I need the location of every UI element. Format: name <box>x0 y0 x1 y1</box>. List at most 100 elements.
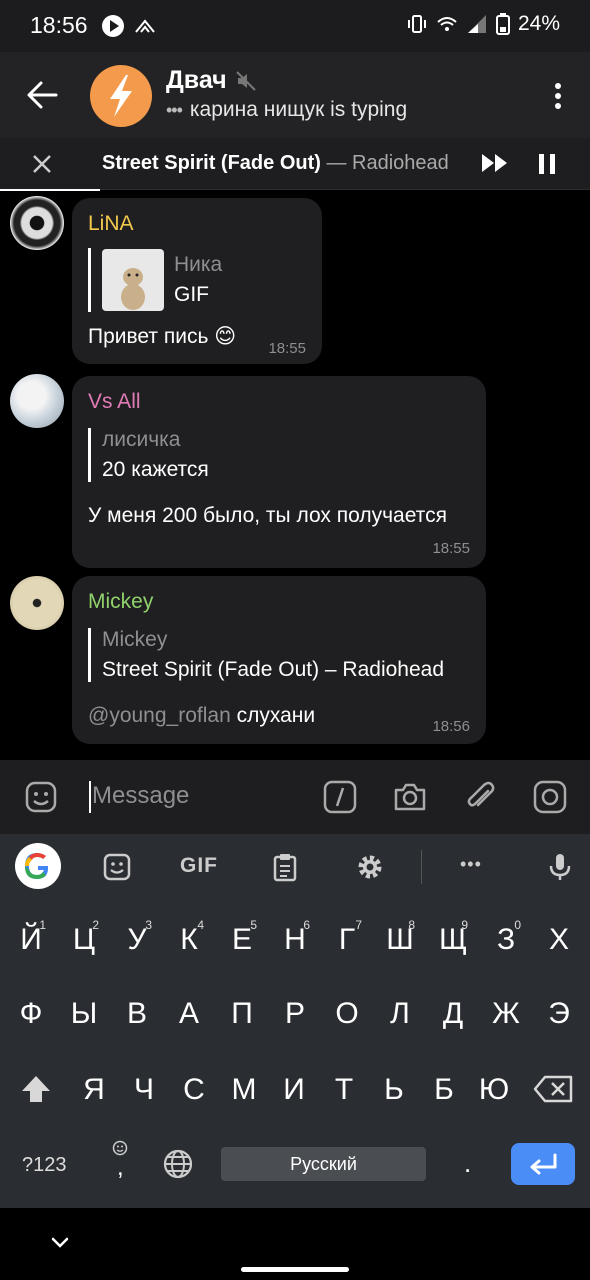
key[interactable]: Б <box>419 1060 469 1120</box>
key[interactable]: Ц2 <box>59 910 109 970</box>
key[interactable]: Ь <box>369 1060 419 1120</box>
lightning-icon <box>110 75 132 117</box>
fast-forward-icon[interactable] <box>480 152 510 174</box>
hide-keyboard-icon[interactable] <box>50 1236 70 1250</box>
typing-dots-icon: ••• <box>166 99 183 120</box>
camera-icon[interactable] <box>392 779 428 815</box>
key[interactable]: Ы <box>59 984 109 1044</box>
avatar[interactable] <box>10 576 64 630</box>
signal-icon <box>467 15 486 33</box>
symbols-key[interactable]: ?123 <box>22 1154 67 1177</box>
key[interactable]: Щ9 <box>428 910 478 970</box>
key[interactable]: П <box>217 984 267 1044</box>
more-options-icon[interactable]: ••• <box>460 854 482 875</box>
reply-text: GIF <box>174 283 209 306</box>
key[interactable]: Л <box>375 984 425 1044</box>
message-composer: Message <box>0 760 590 834</box>
chat-title[interactable]: Двач <box>166 66 257 95</box>
reply-preview[interactable]: Ника GIF <box>88 248 222 312</box>
clipboard-icon[interactable] <box>270 852 300 882</box>
backspace-icon <box>533 1075 573 1103</box>
settings-gear-icon[interactable] <box>355 852 385 882</box>
key[interactable]: Г7 <box>322 910 372 970</box>
key[interactable]: Ч <box>119 1060 169 1120</box>
text-cursor <box>89 781 91 813</box>
comma-label: , <box>117 1154 124 1181</box>
message-sender[interactable]: Mickey <box>88 590 153 614</box>
key[interactable]: Й1 <box>6 910 56 970</box>
gif-button[interactable]: GIF <box>180 854 218 878</box>
emoji-comma-key[interactable]: , <box>106 1140 136 1186</box>
shift-key[interactable] <box>14 1060 58 1118</box>
key[interactable]: З0 <box>481 910 531 970</box>
key[interactable]: Х <box>534 910 584 970</box>
muted-icon <box>235 70 256 91</box>
now-playing[interactable]: Street Spirit (Fade Out) — Radiohead <box>102 152 449 175</box>
message-time: 18:55 <box>268 340 306 357</box>
message-bubble[interactable]: Mickey Mickey Street Spirit (Fade Out) –… <box>72 576 486 744</box>
key[interactable]: Д <box>428 984 478 1044</box>
more-menu-icon[interactable] <box>554 82 562 110</box>
key[interactable]: Р <box>270 984 320 1044</box>
message-text: Привет пись 😊 <box>88 325 237 348</box>
sticker-emoji-icon[interactable] <box>24 780 58 814</box>
key[interactable]: Ш8 <box>375 910 425 970</box>
key[interactable]: В <box>112 984 162 1044</box>
key[interactable]: Я <box>69 1060 119 1120</box>
period-key[interactable]: . <box>464 1148 471 1179</box>
message-bubble[interactable]: Vs All лисичка 20 кажется У меня 200 был… <box>72 376 486 568</box>
key[interactable]: Ж <box>481 984 531 1044</box>
sticker-icon[interactable] <box>102 852 132 882</box>
gif-thumbnail <box>102 249 164 311</box>
key[interactable]: У3 <box>112 910 162 970</box>
close-player-icon[interactable] <box>30 152 54 176</box>
key[interactable]: Ф <box>6 984 56 1044</box>
key[interactable]: О <box>322 984 372 1044</box>
keyboard: GIF ••• Й1 Ц2 У3 К4 Е5 Н6 Г7 Ш8 Щ9 З0 Х <box>0 834 590 1208</box>
google-logo-icon <box>25 853 49 879</box>
message-bubble[interactable]: LiNA Ника GIF Привет пись 😊 18:55 <box>72 198 322 364</box>
message-sender[interactable]: Vs All <box>88 390 141 414</box>
key[interactable]: Е5 <box>217 910 267 970</box>
key[interactable]: М <box>219 1060 269 1120</box>
message-input[interactable]: Message <box>92 782 189 810</box>
mention-link[interactable]: @young_roflan <box>88 704 231 727</box>
key[interactable]: Ю <box>469 1060 519 1120</box>
key[interactable]: С <box>169 1060 219 1120</box>
battery-percent: 24% <box>517 12 560 35</box>
bot-commands-icon[interactable] <box>322 779 358 815</box>
attach-icon[interactable] <box>462 779 498 815</box>
video-message-icon[interactable] <box>532 779 568 815</box>
key[interactable]: Э <box>534 984 584 1044</box>
pause-icon[interactable] <box>536 152 558 176</box>
vibrate-icon <box>407 15 426 33</box>
key[interactable]: Н6 <box>270 910 320 970</box>
google-icon[interactable] <box>15 843 61 889</box>
avatar[interactable] <box>10 374 64 428</box>
home-gesture-pill[interactable] <box>241 1267 349 1272</box>
status-bar: 18:56 24% <box>0 0 590 52</box>
key[interactable]: Т <box>319 1060 369 1120</box>
message-sender[interactable]: LiNA <box>88 212 134 236</box>
media-playing-icon <box>102 15 124 37</box>
reply-text: Street Spirit (Fade Out) – Radiohead <box>102 658 445 681</box>
reply-preview[interactable]: Mickey Street Spirit (Fade Out) – Radioh… <box>88 628 444 682</box>
avatar[interactable] <box>10 196 64 250</box>
globe-language-icon[interactable] <box>162 1148 194 1180</box>
enter-key[interactable] <box>511 1143 575 1185</box>
reply-name: Ника <box>174 253 223 276</box>
song-artist: — Radiohead <box>326 152 449 174</box>
key[interactable]: А <box>164 984 214 1044</box>
message-time: 18:55 <box>432 540 470 557</box>
back-arrow-icon[interactable] <box>26 80 58 110</box>
microphone-icon[interactable] <box>545 852 575 882</box>
reply-preview[interactable]: лисичка 20 кажется <box>88 428 209 482</box>
key[interactable]: И <box>269 1060 319 1120</box>
key[interactable]: К4 <box>164 910 214 970</box>
message-text: У меня 200 было, ты лох получается <box>88 504 447 527</box>
space-bar[interactable]: Русский <box>221 1147 426 1181</box>
group-avatar[interactable] <box>90 65 152 127</box>
keyboard-toolbar: GIF ••• <box>0 834 590 900</box>
music-player-bar[interactable]: Street Spirit (Fade Out) — Radiohead <box>0 138 590 191</box>
backspace-key[interactable] <box>530 1060 576 1118</box>
